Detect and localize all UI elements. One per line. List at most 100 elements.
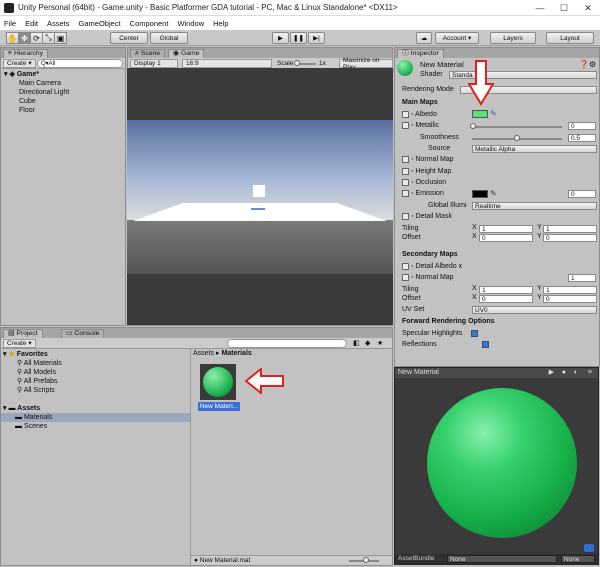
hierarchy-search-input[interactable]: Q▾All: [37, 59, 123, 68]
menu-edit[interactable]: Edit: [25, 19, 38, 28]
secondary-normal-texture-slot[interactable]: [402, 273, 409, 281]
material-preview-sphere[interactable]: [427, 388, 577, 538]
menu-gameobject[interactable]: GameObject: [79, 19, 121, 28]
layers-dropdown[interactable]: Layers: [490, 32, 536, 44]
project-create-button[interactable]: Create ▾: [3, 339, 36, 348]
texture-picker-icon[interactable]: ◦: [411, 168, 413, 175]
metallic-texture-slot[interactable]: [402, 121, 409, 129]
favorite-star-icon[interactable]: ★: [377, 339, 383, 347]
emission-checkbox[interactable]: [402, 189, 409, 197]
scene-root[interactable]: ▾ ◈ Game*: [4, 70, 125, 79]
albedo-texture-slot[interactable]: [402, 110, 409, 118]
assets-folder-materials[interactable]: ▬ Materials: [1, 413, 190, 422]
texture-picker-icon[interactable]: ◦: [411, 190, 413, 197]
aspect-dropdown[interactable]: 16:9: [182, 59, 272, 68]
texture-picker-icon[interactable]: ◦: [411, 213, 413, 220]
pivot-toggle[interactable]: Center: [110, 32, 148, 44]
tab-hierarchy[interactable]: ≡ Hierarchy: [3, 49, 49, 58]
reflections-checkbox[interactable]: [481, 341, 489, 348]
preview-menu-icon[interactable]: ≡: [588, 368, 592, 378]
smoothness-slider-knob[interactable]: [514, 135, 520, 141]
settings-gear-icon[interactable]: ⚙: [589, 60, 596, 69]
tiling-x-field[interactable]: 1: [479, 225, 533, 233]
expand-arrow-icon[interactable]: ▾: [3, 351, 7, 358]
tab-console[interactable]: ▭ Console: [61, 329, 105, 338]
assets-folder-scenes[interactable]: ▬ Scenes: [15, 422, 392, 431]
uv-set-dropdown[interactable]: UV0: [472, 306, 597, 314]
tab-game[interactable]: ◉ Game: [168, 49, 205, 58]
display-dropdown[interactable]: Display 1: [130, 59, 178, 68]
secondary-tiling-x-field[interactable]: 1: [479, 286, 533, 294]
space-toggle[interactable]: Global: [150, 32, 188, 44]
assetbundle-variant-dropdown[interactable]: None: [561, 555, 595, 563]
secondary-offset-y-field[interactable]: 0: [543, 295, 597, 303]
play-preview-icon[interactable]: ▶: [549, 368, 554, 378]
account-dropdown[interactable]: Account ▾: [435, 32, 479, 44]
offset-y-field[interactable]: 0: [543, 234, 597, 242]
hierarchy-item-main-camera[interactable]: Main Camera: [19, 79, 125, 88]
specular-highlights-checkbox[interactable]: [471, 330, 478, 337]
tab-inspector[interactable]: ⓘ Inspector: [397, 49, 444, 58]
texture-picker-icon[interactable]: ◦: [411, 274, 413, 281]
maximize-button[interactable]: ☐: [552, 0, 576, 16]
tab-project[interactable]: ▤ Project: [3, 329, 43, 338]
metallic-slider-knob[interactable]: [470, 123, 476, 129]
help-icon[interactable]: ❓: [579, 60, 589, 69]
texture-picker-icon[interactable]: ◦: [411, 156, 413, 163]
hierarchy-create-button[interactable]: Create ▾: [3, 59, 36, 68]
hierarchy-item-directional-light[interactable]: Directional Light: [19, 88, 125, 97]
offset-x-field[interactable]: 0: [479, 234, 533, 242]
filter-label-icon[interactable]: ◆: [365, 339, 370, 347]
menu-window[interactable]: Window: [177, 19, 204, 28]
global-illum-dropdown[interactable]: Realtime: [472, 202, 597, 210]
breadcrumb-assets[interactable]: Assets: [193, 350, 214, 357]
filter-type-icon[interactable]: ◧: [353, 339, 360, 347]
hierarchy-item-floor[interactable]: Floor: [19, 106, 125, 115]
eyedropper-icon[interactable]: ✎: [490, 109, 497, 118]
maximize-on-play-toggle[interactable]: Maximize on Play: [339, 57, 393, 71]
secondary-offset-x-field[interactable]: 0: [479, 295, 533, 303]
emission-color-swatch[interactable]: [472, 190, 488, 198]
metallic-slider[interactable]: [472, 126, 562, 128]
cloud-icon[interactable]: ☁: [416, 32, 432, 44]
asset-new-material[interactable]: [200, 364, 236, 400]
asset-labels-icon[interactable]: [584, 544, 594, 552]
icon-size-slider-knob[interactable]: [363, 557, 369, 563]
hierarchy-item-cube[interactable]: Cube: [19, 97, 125, 106]
albedo-color-swatch[interactable]: [472, 110, 488, 118]
secondary-normal-value[interactable]: 1: [568, 274, 596, 282]
detail-albedo-texture-slot[interactable]: [402, 262, 409, 270]
emission-value[interactable]: 0: [568, 190, 596, 198]
menu-help[interactable]: Help: [213, 19, 228, 28]
scale-slider-knob[interactable]: [294, 60, 300, 66]
asset-label[interactable]: New Materi...: [198, 402, 240, 411]
secondary-tiling-y-field[interactable]: 1: [543, 286, 597, 294]
texture-picker-icon[interactable]: ◦: [411, 179, 413, 186]
menu-component[interactable]: Component: [130, 19, 169, 28]
sphere-shape-icon[interactable]: ●: [562, 368, 566, 378]
expand-arrow-icon[interactable]: ▾: [3, 405, 7, 412]
occlusion-texture-slot[interactable]: [402, 178, 409, 186]
height-map-texture-slot[interactable]: [402, 167, 409, 175]
texture-picker-icon[interactable]: ◦: [411, 263, 413, 270]
smoothness-value[interactable]: 0.5: [568, 134, 596, 142]
rect-tool-icon[interactable]: ▣: [54, 32, 67, 44]
menu-file[interactable]: File: [4, 19, 16, 28]
game-viewport[interactable]: [127, 68, 393, 325]
metallic-value[interactable]: 0: [568, 122, 596, 130]
detail-mask-texture-slot[interactable]: [402, 212, 409, 220]
texture-picker-icon[interactable]: ◦: [411, 111, 413, 118]
assetbundle-dropdown[interactable]: None: [447, 555, 557, 563]
layout-dropdown[interactable]: Layout: [546, 32, 594, 44]
close-button[interactable]: ✕: [576, 0, 600, 16]
play-button[interactable]: ▶: [272, 32, 289, 44]
breadcrumb-materials[interactable]: Materials: [221, 350, 251, 357]
eyedropper-icon[interactable]: ✎: [490, 189, 497, 198]
minimize-button[interactable]: —: [528, 0, 552, 16]
texture-picker-icon[interactable]: ◦: [411, 122, 413, 129]
step-button[interactable]: ▶|: [308, 32, 325, 44]
tiling-y-field[interactable]: 1: [543, 225, 597, 233]
project-search-input[interactable]: [227, 339, 347, 348]
pause-button[interactable]: ❚❚: [290, 32, 307, 44]
tab-scene[interactable]: # Scene: [130, 49, 166, 58]
